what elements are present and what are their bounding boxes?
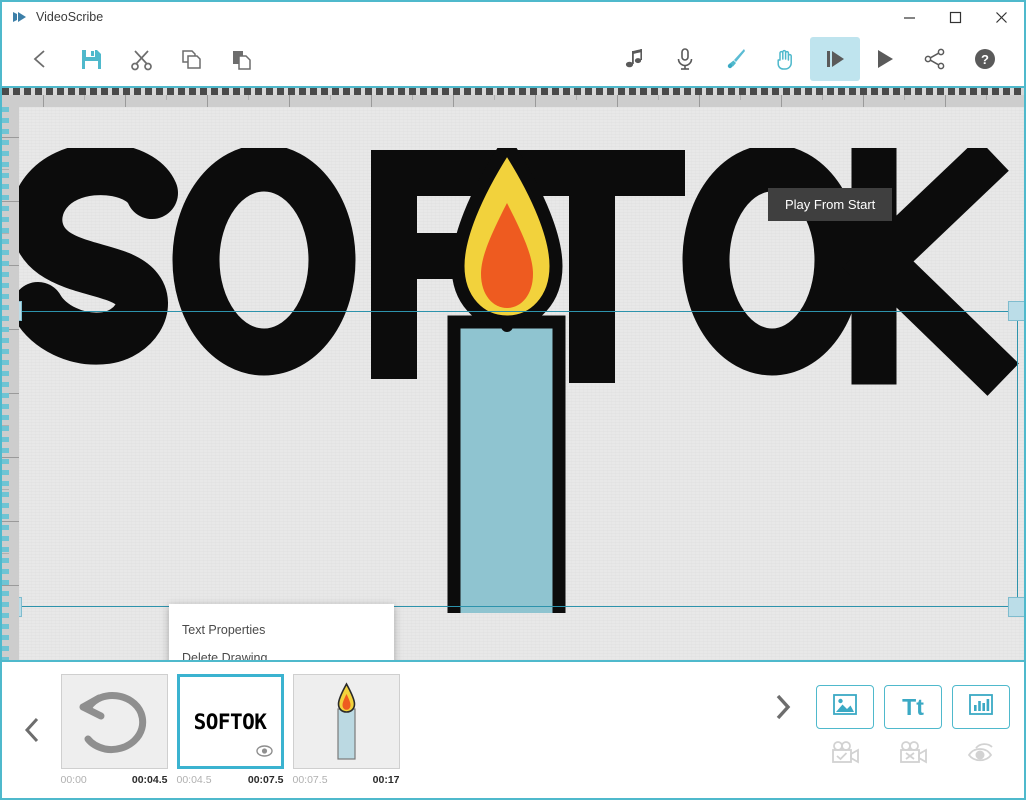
frame-end-time: 00:04.5 (131, 774, 168, 786)
timeline-camera-row (806, 735, 1010, 775)
window-title: VideoScribe (36, 10, 104, 24)
frame-end-time: 00:17 (372, 774, 400, 786)
cut-button[interactable] (116, 37, 166, 81)
help-button[interactable]: ? (960, 37, 1010, 81)
videoscribe-window: VideoScribe ? Play From Start Text Prope… (0, 0, 1026, 800)
save-button[interactable] (66, 37, 116, 81)
undo-arrow-icon (79, 691, 147, 753)
camera-x-icon (898, 740, 928, 770)
timeline-prev-button[interactable] (10, 715, 56, 745)
maximize-button[interactable] (932, 2, 978, 32)
canvas-stage[interactable]: Play From Start Text Properties Delete D… (2, 88, 1024, 660)
timeline-right-controls: Tt (760, 685, 1016, 775)
toolbar-left-group (16, 37, 266, 81)
menu-item-text-properties[interactable]: Text Properties (169, 616, 394, 644)
timeline-frame[interactable]: SOFTOK 00:04.5 00:07.5 (172, 674, 288, 786)
timeline-next-button[interactable] (760, 692, 806, 722)
minimize-button[interactable] (886, 2, 932, 32)
frame-times: 00:00 00:04.5 (61, 774, 168, 786)
eye-camera-icon (966, 741, 996, 770)
menu-item-delete-drawing[interactable]: Delete Drawing (169, 644, 394, 660)
element-context-menu: Text Properties Delete Drawing Play From… (169, 604, 394, 660)
timeline-bar: 00:00 00:04.5 SOFTOK 00:04.5 00:07.5 00:… (2, 660, 1024, 798)
frame-start-time: 00:00 (60, 774, 87, 786)
timeline-frame[interactable]: 00:00 00:04.5 (56, 674, 172, 786)
frame-times: 00:07.5 00:17 (293, 774, 400, 786)
ruler-accent-strip (2, 107, 9, 660)
ruler-top-band (2, 95, 1024, 107)
add-text-button[interactable]: Tt (884, 685, 942, 729)
close-button[interactable] (978, 2, 1024, 32)
play-logo-icon (12, 10, 30, 24)
toolbar-right-group: ? (610, 37, 1010, 81)
microphone-button[interactable] (660, 37, 710, 81)
frame-thumbnail-text: SOFTOK (193, 709, 267, 734)
paintbrush-button[interactable] (710, 37, 760, 81)
svg-text:?: ? (981, 52, 989, 67)
frame-thumbnail-candle[interactable] (292, 674, 400, 769)
timeline-frame[interactable]: 00:07.5 00:17 (288, 674, 404, 786)
share-button[interactable] (910, 37, 960, 81)
hand-button[interactable] (760, 37, 810, 81)
camera-check-icon (830, 740, 860, 770)
copy-button[interactable] (166, 37, 216, 81)
frame-end-time: 00:07.5 (247, 774, 284, 786)
main-toolbar: ? (2, 32, 1024, 88)
add-chart-button[interactable] (952, 685, 1010, 729)
back-button[interactable] (16, 37, 66, 81)
timeline-frames: 00:00 00:04.5 SOFTOK 00:04.5 00:07.5 00:… (56, 674, 404, 786)
image-icon (833, 694, 857, 720)
play-button[interactable] (860, 37, 910, 81)
play-from-start-button[interactable] (810, 37, 860, 81)
paste-button[interactable] (216, 37, 266, 81)
visibility-eye-icon[interactable] (255, 744, 273, 762)
text-icon: Tt (902, 693, 924, 720)
add-image-button[interactable] (816, 685, 874, 729)
frame-thumbnail-undo-arrow[interactable] (60, 674, 168, 769)
chart-icon (969, 694, 993, 720)
window-controls (886, 2, 1024, 32)
timeline-add-row: Tt (760, 685, 1010, 729)
frame-start-time: 00:04.5 (176, 774, 212, 786)
preview-camera-button[interactable] (952, 735, 1010, 775)
music-button[interactable] (610, 37, 660, 81)
candle-icon (337, 681, 356, 760)
frame-times: 00:04.5 00:07.5 (177, 774, 284, 786)
frame-start-time: 00:07.5 (292, 774, 328, 786)
set-camera-button[interactable] (816, 735, 874, 775)
clear-camera-button[interactable] (884, 735, 942, 775)
ruler-top (2, 88, 1024, 95)
frame-thumbnail-softok-text[interactable]: SOFTOK (176, 674, 284, 769)
tooltip: Play From Start (768, 188, 893, 221)
title-bar: VideoScribe (2, 2, 1024, 32)
